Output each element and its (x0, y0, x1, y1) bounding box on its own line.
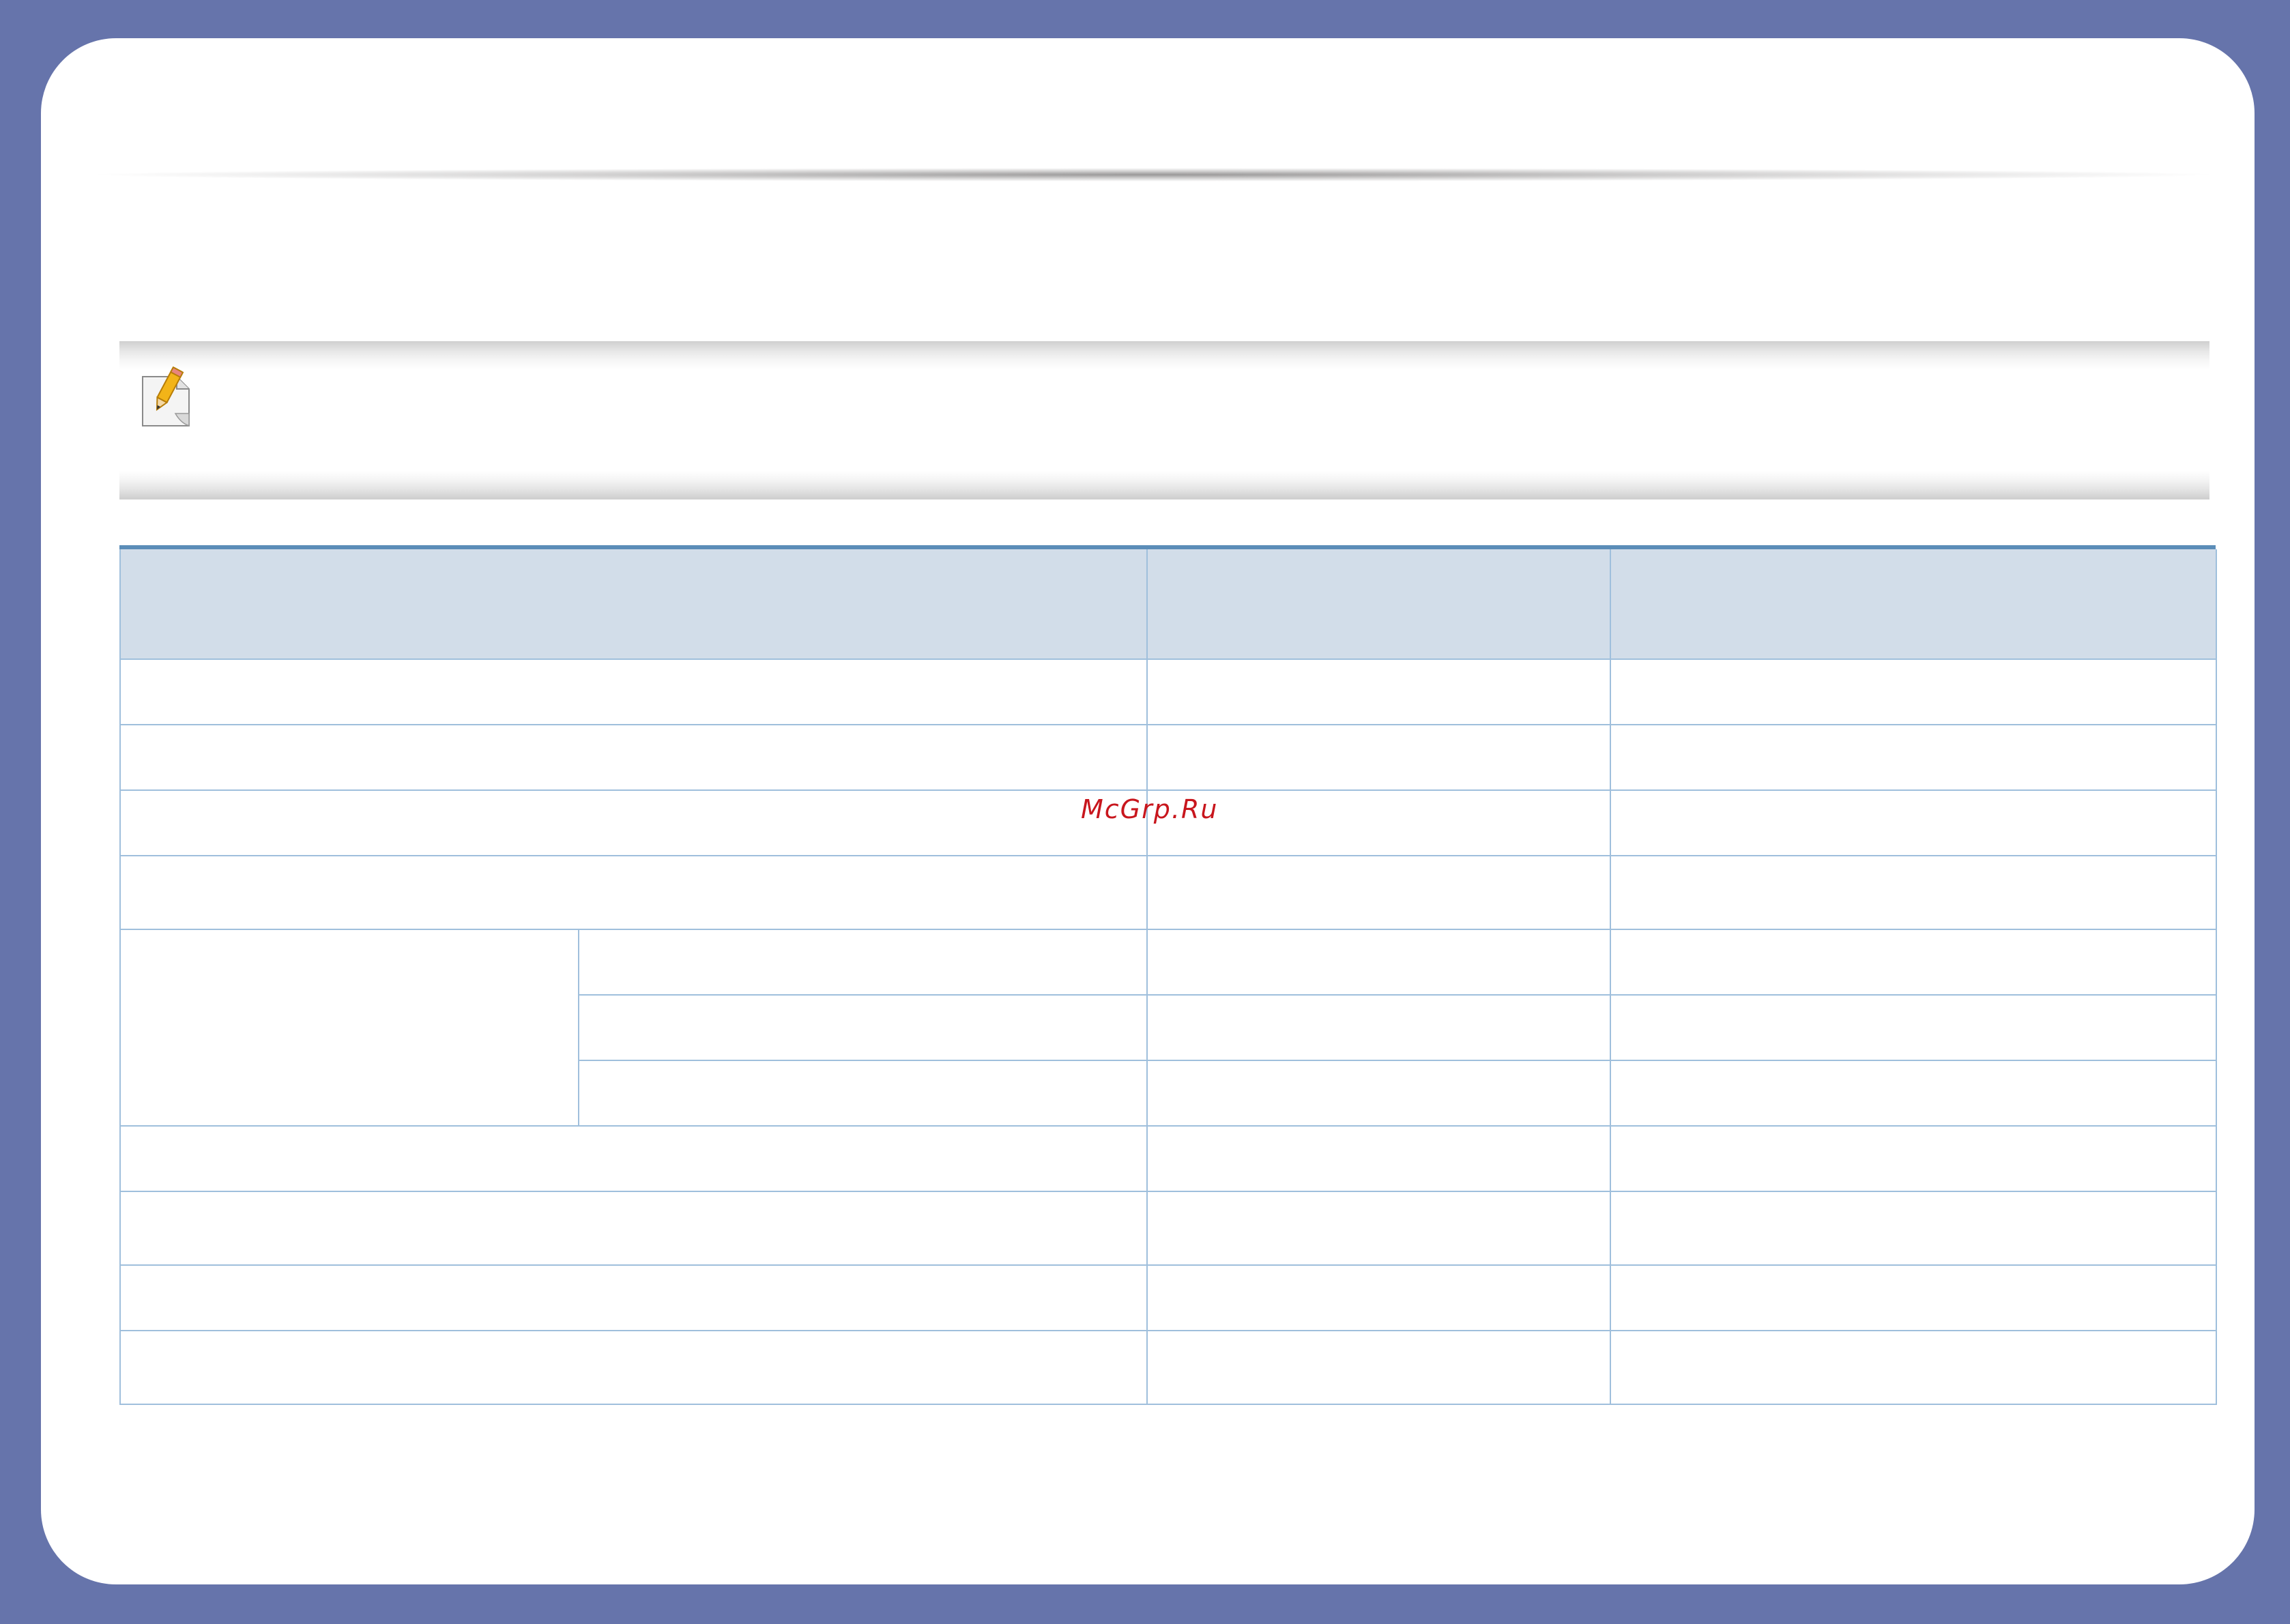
table-cell (1610, 929, 2217, 996)
table-cell (1146, 1125, 1611, 1192)
table-cell (119, 855, 1148, 930)
table-cell (1610, 724, 2217, 791)
note-box (119, 341, 2209, 499)
table-cell (119, 724, 1148, 791)
table-cell (119, 1330, 1148, 1405)
note-pencil-icon (139, 366, 193, 430)
header-cell-item (119, 549, 1148, 660)
table-row (119, 724, 2217, 791)
table-cell (119, 1125, 1148, 1192)
table-row (119, 1191, 2217, 1266)
table-cell (1146, 929, 1611, 996)
table-row (119, 1125, 2217, 1192)
table-cell (1146, 994, 1611, 1061)
table-cell (1610, 658, 2217, 725)
table-cell (119, 1264, 1148, 1331)
table-header-row (119, 549, 2217, 660)
table-subcell (578, 1060, 1148, 1127)
table-cell (1610, 1330, 2217, 1405)
table-row (119, 929, 2217, 1127)
table-cell (1610, 1191, 2217, 1266)
table-cell (1146, 855, 1611, 930)
table-cell (119, 1191, 1148, 1266)
table-cell (1146, 658, 1611, 725)
table-cell (1146, 1264, 1611, 1331)
spec-table-grid (119, 549, 2217, 1405)
table-cell (119, 658, 1148, 725)
table-row (119, 658, 2217, 725)
table-cell (1610, 1125, 2217, 1192)
table-cell (1610, 1264, 2217, 1331)
table-cell (1610, 789, 2217, 856)
table-subcell (578, 929, 1148, 996)
header-cell-col3 (1610, 549, 2217, 660)
table-cell (1146, 724, 1611, 791)
table-subcell (578, 994, 1148, 1061)
table-cell (1610, 994, 2217, 1061)
table-group-cell (119, 929, 579, 1127)
table-row (119, 1330, 2217, 1405)
header-divider (82, 168, 2224, 182)
table-cell (1146, 1060, 1611, 1127)
header-cell-col2 (1146, 549, 1611, 660)
table-cell (1610, 855, 2217, 930)
table-cell (1146, 1330, 1611, 1405)
table-cell (1146, 1191, 1611, 1266)
table-row (119, 1264, 2217, 1331)
table-row (119, 855, 2217, 930)
spec-table (119, 545, 2217, 1421)
table-cell (119, 789, 1148, 856)
watermark-text: McGrp.Ru (1081, 794, 1219, 824)
table-cell (1610, 1060, 2217, 1127)
